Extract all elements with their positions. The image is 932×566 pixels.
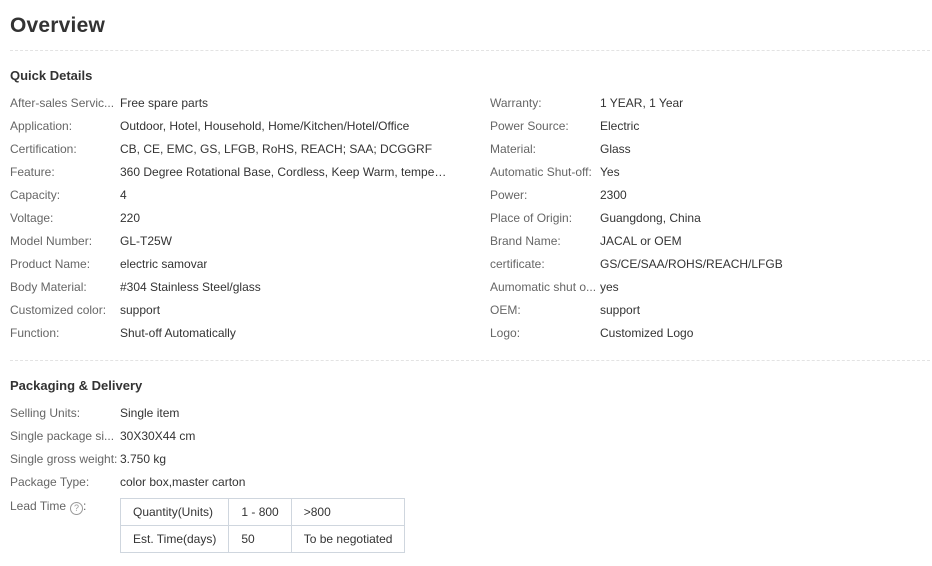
- detail-label: Feature:: [10, 165, 55, 179]
- detail-value: 360 Degree Rotational Base, Cordless, Ke…: [120, 165, 450, 179]
- detail-value: 1 YEAR, 1 Year: [600, 96, 684, 110]
- quick-details-heading: Quick Details: [10, 68, 93, 83]
- detail-row: Place of Origin: Guangdong, China: [490, 210, 920, 233]
- packaging-value: 3.750 kg: [120, 452, 167, 466]
- packaging-label: Single package si...: [10, 429, 115, 443]
- detail-value: 2300: [600, 188, 627, 202]
- detail-row: After-sales Servic... Free spare parts: [10, 95, 450, 118]
- detail-label: Aumomatic shut o...: [490, 280, 597, 294]
- detail-label: Voltage:: [10, 211, 54, 225]
- detail-label: Brand Name:: [490, 234, 561, 248]
- table-cell: Est. Time(days): [119, 525, 230, 553]
- detail-label: Automatic Shut-off:: [490, 165, 592, 179]
- packaging-value: 30X30X44 cm: [120, 429, 196, 443]
- detail-value: electric samovar: [120, 257, 208, 271]
- detail-value: Yes: [600, 165, 620, 179]
- detail-row: Model Number: GL-T25W: [10, 233, 450, 256]
- lead-time-label-wrap: Lead Time?:: [10, 498, 120, 521]
- detail-value: Free spare parts: [120, 96, 209, 110]
- packaging-value: color box,master carton: [120, 475, 246, 489]
- detail-row: Function: Shut-off Automatically: [10, 325, 450, 348]
- detail-row: Customized color: support: [10, 302, 450, 325]
- table-cell: To be negotiated: [290, 525, 406, 553]
- packaging-label: Selling Units:: [10, 406, 81, 420]
- detail-value: Guangdong, China: [600, 211, 701, 225]
- detail-row: certificate: GS/CE/SAA/ROHS/REACH/LFGB: [490, 256, 920, 279]
- table-cell: 50: [228, 525, 292, 553]
- detail-label: Warranty:: [490, 96, 542, 110]
- detail-value: yes: [600, 280, 619, 294]
- detail-row: Aumomatic shut o... yes: [490, 279, 920, 302]
- detail-label: Model Number:: [10, 234, 93, 248]
- detail-label: Application:: [10, 119, 73, 133]
- detail-row: Warranty: 1 YEAR, 1 Year: [490, 95, 920, 118]
- lead-time-label: Lead Time: [10, 499, 67, 513]
- detail-value: GS/CE/SAA/ROHS/REACH/LFGB: [600, 257, 783, 271]
- detail-value: JACAL or OEM: [600, 234, 682, 248]
- detail-value: Glass: [600, 142, 631, 156]
- detail-label: Material:: [490, 142, 537, 156]
- detail-row: Capacity: 4: [10, 187, 450, 210]
- detail-label: Power Source:: [490, 119, 569, 133]
- detail-value: Outdoor, Hotel, Household, Home/Kitchen/…: [120, 119, 410, 133]
- lead-time-table: Quantity(Units) 1 - 800 >800 Est. Time(d…: [119, 498, 406, 553]
- table-cell: Quantity(Units): [119, 498, 230, 526]
- detail-row: Power: 2300: [490, 187, 920, 210]
- product-overview-page: Overview Quick Details After-sales Servi…: [0, 0, 932, 566]
- detail-row: Brand Name: JACAL or OEM: [490, 233, 920, 256]
- detail-label: After-sales Servic...: [10, 96, 115, 110]
- detail-label: Customized color:: [10, 303, 107, 317]
- detail-label: Certification:: [10, 142, 77, 156]
- detail-row: Feature: 360 Degree Rotational Base, Cor…: [10, 164, 450, 187]
- divider: [10, 360, 930, 361]
- table-cell: >800: [290, 498, 406, 526]
- detail-row: Automatic Shut-off: Yes: [490, 164, 920, 187]
- detail-value: Customized Logo: [600, 326, 694, 340]
- detail-row: OEM: support: [490, 302, 920, 325]
- detail-row: Logo: Customized Logo: [490, 325, 920, 348]
- detail-value: Electric: [600, 119, 640, 133]
- divider: [10, 50, 930, 51]
- detail-label: Product Name:: [10, 257, 91, 271]
- table-row: Est. Time(days) 50 To be negotiated: [119, 525, 406, 553]
- detail-label: certificate:: [490, 257, 545, 271]
- detail-value: 220: [120, 211, 141, 225]
- detail-value: GL-T25W: [120, 234, 173, 248]
- detail-label: OEM:: [490, 303, 521, 317]
- lead-time-colon: :: [83, 499, 87, 513]
- detail-value: CB, CE, EMC, GS, LFGB, RoHS, REACH; SAA;…: [120, 142, 433, 156]
- detail-value: 4: [120, 188, 127, 202]
- detail-value: support: [600, 303, 641, 317]
- table-cell: 1 - 800: [228, 498, 292, 526]
- detail-label: Body Material:: [10, 280, 87, 294]
- packaging-label: Package Type:: [10, 475, 90, 489]
- detail-row: Product Name: electric samovar: [10, 256, 450, 279]
- table-row: Quantity(Units) 1 - 800 >800: [119, 498, 406, 526]
- detail-label: Function:: [10, 326, 60, 340]
- detail-label: Capacity:: [10, 188, 61, 202]
- detail-value: support: [120, 303, 161, 317]
- packaging-row: Single package si... 30X30X44 cm: [10, 428, 450, 451]
- packaging-row: Single gross weight: 3.750 kg: [10, 451, 450, 474]
- detail-row: Application: Outdoor, Hotel, Household, …: [10, 118, 450, 141]
- question-circle-icon[interactable]: ?: [70, 502, 84, 515]
- packaging-label: Single gross weight:: [10, 452, 118, 466]
- packaging-row: Selling Units: Single item: [10, 405, 450, 428]
- detail-value: Shut-off Automatically: [120, 326, 236, 340]
- detail-label: Power:: [490, 188, 528, 202]
- detail-row: Certification: CB, CE, EMC, GS, LFGB, Ro…: [10, 141, 450, 164]
- detail-row: Voltage: 220: [10, 210, 450, 233]
- packaging-value: Single item: [120, 406, 180, 420]
- detail-row: Body Material: #304 Stainless Steel/glas…: [10, 279, 450, 302]
- detail-value: #304 Stainless Steel/glass: [120, 280, 261, 294]
- detail-row: Material: Glass: [490, 141, 920, 164]
- detail-label: Logo:: [490, 326, 521, 340]
- page-title: Overview: [10, 14, 105, 37]
- packaging-row: Package Type: color box,master carton: [10, 474, 450, 497]
- packaging-delivery-heading: Packaging & Delivery: [10, 378, 143, 393]
- detail-label: Place of Origin:: [490, 211, 573, 225]
- detail-row: Power Source: Electric: [490, 118, 920, 141]
